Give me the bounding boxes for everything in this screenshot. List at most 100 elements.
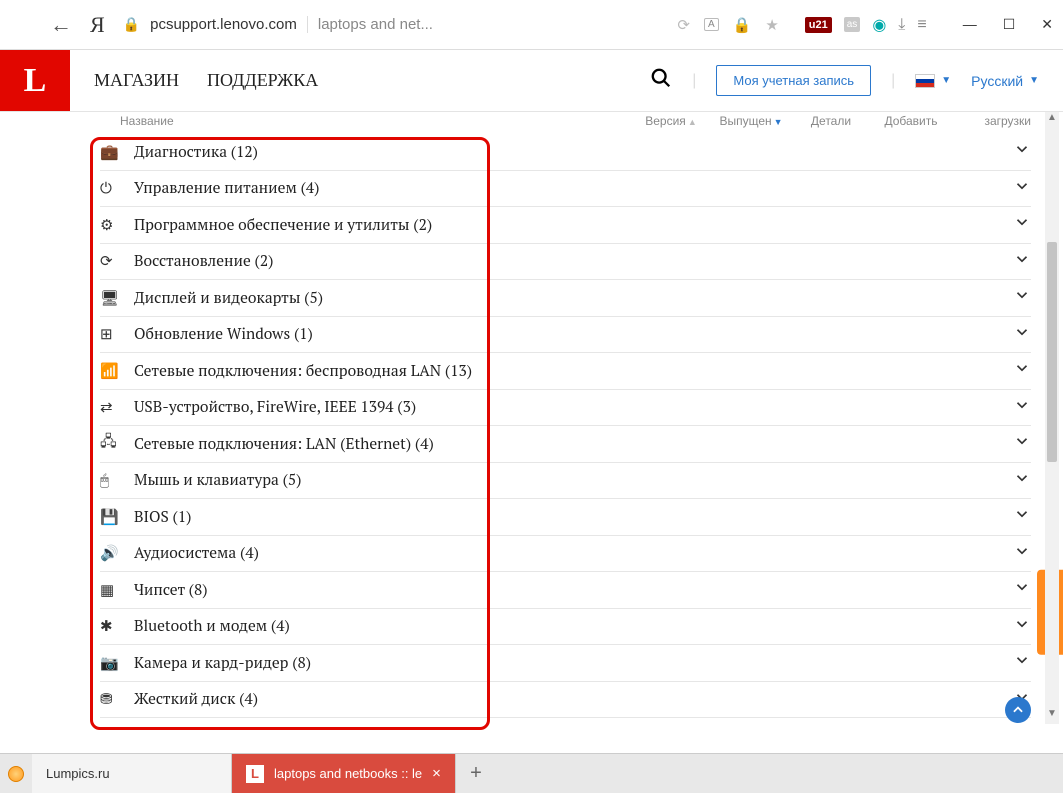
chevron-down-icon[interactable] — [1001, 615, 1031, 638]
floppy-icon: 💾 — [100, 508, 134, 526]
back-button[interactable]: ← — [50, 12, 72, 38]
chevron-down-icon[interactable] — [1001, 323, 1031, 346]
minimize-button[interactable]: — — [963, 16, 977, 33]
hdd-icon: ⛃ — [100, 690, 134, 708]
chevron-down-icon[interactable] — [1001, 432, 1031, 455]
category-label: Сетевые подключения: LAN (Ethernet) (4) — [134, 434, 1001, 454]
category-row[interactable]: ⏻Управление питанием (4) — [100, 171, 1031, 208]
country-selector[interactable]: ▼ — [915, 74, 951, 88]
col-released[interactable]: Выпущен▼ — [711, 114, 791, 128]
address-bar-icons: ⟳ А 🔒 ★ — [677, 16, 778, 34]
new-tab-button[interactable]: + — [456, 754, 496, 793]
col-details[interactable]: Детали — [791, 114, 871, 128]
camera-icon: 📷 — [100, 654, 134, 672]
power-icon: ⏻ — [100, 180, 134, 197]
url-title: laptops and net... — [307, 16, 433, 33]
ublock-icon[interactable]: u21 — [805, 17, 832, 33]
display-icon: 🖥 — [100, 289, 134, 307]
download-icon[interactable]: ⤓ — [898, 16, 905, 34]
category-row[interactable]: 💼Диагностика (12) — [100, 134, 1031, 171]
category-label: Мышь и клавиатура (5) — [134, 470, 1001, 490]
window-controls: — ☐ ✕ — [963, 16, 1053, 33]
category-row[interactable]: ▦Чипсет (8) — [100, 572, 1031, 609]
address-bar[interactable]: 🔒 pcsupport.lenovo.com laptops and net..… — [123, 16, 660, 33]
extension-icons: u21 as ◉ ⤓ ≡ — [805, 15, 927, 35]
category-label: Аудиосистема (4) — [134, 543, 1001, 563]
col-version[interactable]: Версия▲ — [631, 114, 711, 128]
col-name[interactable]: Название — [120, 114, 631, 128]
chevron-down-icon[interactable] — [1001, 213, 1031, 236]
audio-icon: 🔊 — [100, 544, 134, 562]
language-selector[interactable]: Русский ▼ — [971, 73, 1039, 89]
lastfm-icon[interactable]: as — [844, 17, 861, 32]
gear-globe-icon: ⚙ — [100, 216, 134, 234]
category-row[interactable]: 🔊Аудиосистема (4) — [100, 536, 1031, 573]
reader-icon[interactable]: ⟳ — [677, 16, 690, 34]
account-button[interactable]: Моя учетная запись — [716, 65, 871, 96]
nav-shop[interactable]: МАГАЗИН — [94, 70, 179, 91]
category-row[interactable]: ⇄USB-устройство, FireWire, IEEE 1394 (3) — [100, 390, 1031, 427]
category-label: Восстановление (2) — [134, 251, 1001, 271]
chevron-down-icon[interactable] — [1001, 469, 1031, 492]
ethernet-icon: 🖧 — [100, 431, 134, 456]
flag-icon — [915, 74, 935, 88]
browser-tab-active[interactable]: L laptops and netbooks :: le × — [232, 754, 456, 793]
category-row[interactable]: 📶Сетевые подключения: беспроводная LAN (… — [100, 353, 1031, 390]
menu-icon[interactable]: ≡ — [917, 16, 926, 34]
category-label: BIOS (1) — [134, 507, 1001, 527]
windows-icon: ⊞ — [100, 325, 134, 343]
vertical-scrollbar[interactable]: ▲ ▼ — [1045, 112, 1059, 724]
chevron-down-icon[interactable] — [1001, 505, 1031, 528]
category-row[interactable]: 💾BIOS (1) — [100, 499, 1031, 536]
col-download[interactable]: загрузки — [951, 114, 1031, 128]
chevron-down-icon[interactable] — [1001, 250, 1031, 273]
category-row[interactable]: 🖥Дисплей и видеокарты (5) — [100, 280, 1031, 317]
chevron-down-icon[interactable] — [1001, 396, 1031, 419]
chevron-down-icon[interactable] — [1001, 578, 1031, 601]
bluetooth-icon: ✱ — [100, 617, 134, 635]
col-add[interactable]: Добавить — [871, 114, 951, 128]
category-label: Программное обеспечение и утилиты (2) — [134, 215, 1001, 235]
category-row[interactable]: ⚙Программное обеспечение и утилиты (2) — [100, 207, 1031, 244]
chevron-down-icon: ▼ — [941, 75, 951, 86]
category-row[interactable]: 🖱Мышь и клавиатура (5) — [100, 463, 1031, 500]
bookmark-icon[interactable]: ★ — [765, 16, 778, 34]
category-label: Чипсет (8) — [134, 580, 1001, 600]
chevron-down-icon[interactable] — [1001, 359, 1031, 382]
tab-label: Lumpics.ru — [46, 766, 110, 781]
chevron-down-icon[interactable] — [1001, 542, 1031, 565]
chevron-down-icon[interactable] — [1001, 177, 1031, 200]
scroll-down-icon[interactable]: ▼ — [1045, 708, 1059, 724]
shield-icon[interactable]: 🔒 — [733, 16, 752, 34]
close-button[interactable]: ✕ — [1041, 16, 1053, 33]
category-row[interactable]: 📷Камера и кард-ридер (8) — [100, 645, 1031, 682]
category-row[interactable]: ⛃Жесткий диск (4) — [100, 682, 1031, 719]
scrollbar-thumb[interactable] — [1047, 242, 1057, 462]
search-icon[interactable] — [650, 67, 672, 94]
extension-teal-icon[interactable]: ◉ — [872, 15, 886, 35]
browser-toolbar: ← Я 🔒 pcsupport.lenovo.com laptops and n… — [0, 0, 1063, 50]
category-label: Bluetooth и модем (4) — [134, 616, 1001, 636]
yandex-logo[interactable]: Я — [90, 12, 105, 38]
chevron-down-icon[interactable] — [1001, 286, 1031, 309]
category-label: Дисплей и видеокарты (5) — [134, 288, 1001, 308]
usb-icon: ⇄ — [100, 398, 134, 416]
category-row[interactable]: ⊞Обновление Windows (1) — [100, 317, 1031, 354]
category-row[interactable]: ⟳Восстановление (2) — [100, 244, 1031, 281]
scroll-up-icon[interactable]: ▲ — [1045, 112, 1059, 128]
url-host: pcsupport.lenovo.com — [150, 16, 297, 33]
scroll-to-top-button[interactable] — [1005, 697, 1031, 723]
chevron-down-icon[interactable] — [1001, 651, 1031, 674]
category-row[interactable]: 🖧Сетевые подключения: LAN (Ethernet) (4) — [100, 426, 1031, 463]
category-row[interactable]: ✱Bluetooth и модем (4) — [100, 609, 1031, 646]
lenovo-logo[interactable]: L — [0, 50, 70, 111]
maximize-button[interactable]: ☐ — [1003, 16, 1016, 33]
nav-support[interactable]: ПОДДЕРЖКА — [207, 70, 318, 91]
browser-tab[interactable]: Lumpics.ru — [32, 754, 232, 793]
site-header: L МАГАЗИН ПОДДЕРЖКА | Моя учетная запись… — [0, 50, 1063, 112]
tab-label: laptops and netbooks :: le — [274, 766, 422, 781]
category-label: USB-устройство, FireWire, IEEE 1394 (3) — [134, 397, 1001, 417]
tab-close-icon[interactable]: × — [432, 765, 441, 782]
translate-icon[interactable]: А — [704, 18, 719, 31]
chevron-down-icon[interactable] — [1001, 140, 1031, 163]
